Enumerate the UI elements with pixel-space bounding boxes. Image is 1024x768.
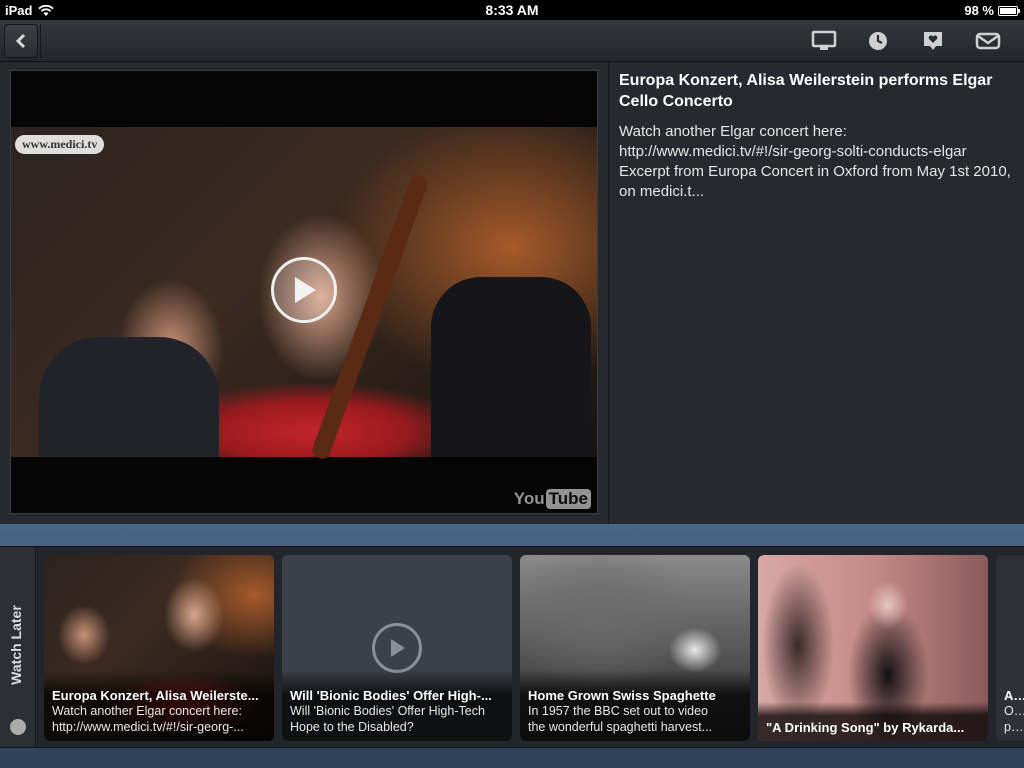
card-description: Watch another Elgar concert here: — [52, 704, 242, 718]
back-button[interactable] — [4, 24, 38, 58]
video-scene-shape — [310, 172, 430, 462]
card-title: Will 'Bionic Bodies' Offer High-... — [290, 688, 492, 703]
video-player[interactable]: www.medici.tv You Tube — [10, 70, 598, 514]
play-icon — [391, 639, 405, 657]
card-description: In 1957 the BBC set out to video — [528, 704, 708, 718]
play-button[interactable] — [372, 623, 422, 673]
card-title: Home Grown Swiss Spaghette — [528, 688, 716, 703]
card-description: One — [1004, 704, 1024, 718]
card-description: Will 'Bionic Bodies' Offer High-Tech — [290, 704, 485, 718]
favorite-button[interactable] — [919, 28, 947, 54]
tv-icon — [811, 30, 837, 50]
video-title: Europa Konzert, Alisa Weilerstein perfor… — [619, 72, 993, 110]
video-description: Watch another Elgar concert here: http:/… — [619, 123, 1011, 200]
clock-icon — [10, 719, 26, 735]
main-content: www.medici.tv You Tube Europa Konzert, A… — [0, 62, 1024, 524]
youtube-logo-tube: Tube — [545, 489, 591, 509]
tv-button[interactable] — [810, 28, 838, 54]
watch-later-label: Watch Later — [8, 605, 24, 685]
video-card[interactable]: Europa Konzert, Alisa Weilerste... Watch… — [44, 555, 274, 741]
card-info: Europa Konzert, Alisa Weilerste... Watch… — [44, 670, 274, 741]
video-card[interactable]: "A Drinking Song" by Rykarda... — [758, 555, 988, 741]
video-scene-shape — [39, 337, 219, 457]
back-icon — [15, 33, 26, 49]
status-right: 98 % — [964, 3, 1020, 18]
youtube-logo: You Tube — [514, 489, 591, 509]
card-description: the wonderful spaghetti harvest... — [528, 720, 713, 734]
card-title: Europa Konzert, Alisa Weilerste... — [52, 688, 259, 703]
card-title: "A Drinking Song" by Rykarda... — [766, 720, 965, 735]
card-info: Will 'Bionic Bodies' Offer High-... Will… — [282, 670, 512, 741]
card-description: Hope to the Disabled? — [290, 720, 414, 734]
play-icon — [295, 277, 316, 303]
medici-watermark: www.medici.tv — [15, 135, 105, 154]
watch-later-tab[interactable]: Watch Later — [0, 547, 36, 747]
watch-later-strip: Watch Later Europa Konzert, Alisa Weiler… — [0, 524, 1024, 768]
battery-percent: 98 % — [964, 3, 994, 18]
mail-button[interactable] — [974, 28, 1002, 54]
mail-icon — [975, 32, 1001, 50]
card-info: Home Grown Swiss Spaghette In 1957 the B… — [520, 670, 750, 741]
youtube-logo-you: You — [513, 489, 545, 508]
card-description: http://www.medici.tv/#!/sir-georg-... — [52, 720, 244, 734]
card-info: "A Drinking Song" by Rykarda... — [758, 702, 988, 741]
toolbar-divider — [40, 24, 41, 58]
video-card[interactable]: Will 'Bionic Bodies' Offer High-... Will… — [282, 555, 512, 741]
play-button[interactable] — [271, 257, 337, 323]
battery-fill — [1000, 7, 1016, 14]
card-info: ANI One piar — [996, 688, 1024, 741]
video-card[interactable]: Home Grown Swiss Spaghette In 1957 the B… — [520, 555, 750, 741]
watch-later-button[interactable] — [864, 28, 892, 54]
clock-icon — [869, 32, 887, 50]
card-title: ANI — [1004, 688, 1024, 703]
clock-text: 8:33 AM — [485, 2, 539, 18]
video-scene-shape — [431, 277, 591, 457]
battery-icon — [998, 5, 1020, 16]
card-description: piar — [1004, 720, 1024, 734]
watch-later-shelf: Watch Later Europa Konzert, Alisa Weiler… — [0, 546, 1024, 748]
status-bar: iPad 8:33 AM 98 % — [0, 0, 1024, 20]
top-toolbar — [0, 20, 1024, 62]
video-card[interactable]: ANI One piar — [996, 555, 1024, 741]
video-description-panel: Europa Konzert, Alisa Weilerstein perfor… — [608, 62, 1024, 524]
heart-speech-icon — [924, 32, 942, 50]
